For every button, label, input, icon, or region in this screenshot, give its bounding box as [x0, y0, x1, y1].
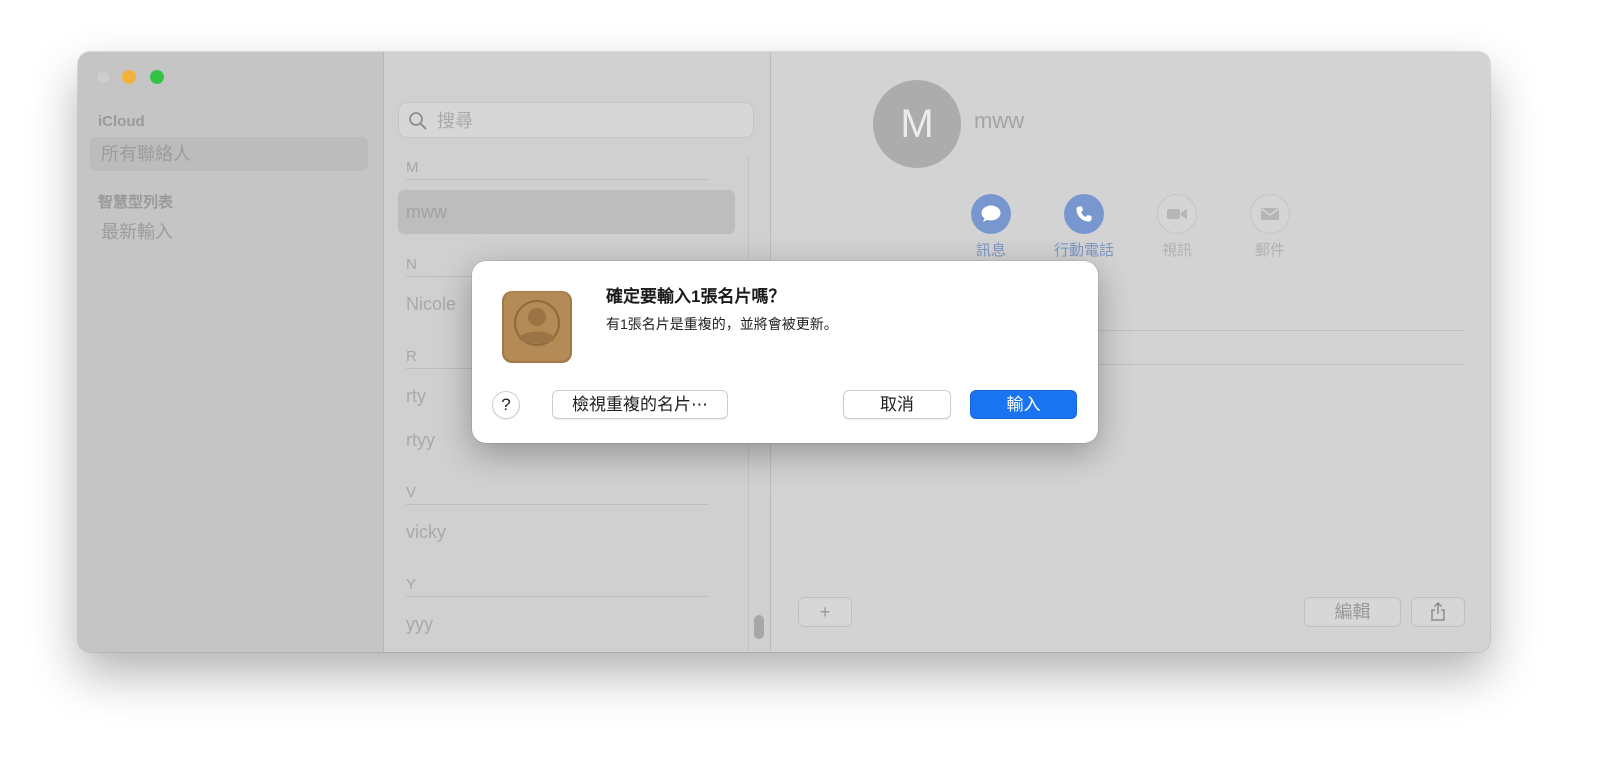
import-confirmation-dialog: 確定要輸入1張名片嗎？ 有1張名片是重複的，並將會被更新。 ? 檢視重複的名片⋯… [472, 261, 1098, 443]
view-duplicates-button[interactable]: 檢視重複的名片⋯ [552, 390, 728, 419]
field-divider [1096, 364, 1464, 365]
scrollbar-thumb[interactable] [754, 615, 764, 639]
share-icon [1431, 601, 1445, 621]
message-action-label: 訊息 [975, 242, 1006, 259]
video-action-label: 視訊 [1161, 242, 1192, 259]
close-window-button[interactable] [96, 70, 111, 85]
message-icon [981, 205, 1001, 222]
list-item[interactable]: yyy [406, 614, 433, 635]
list-item[interactable]: Nicole [406, 294, 456, 315]
import-button[interactable]: 輸入 [970, 390, 1077, 419]
list-item[interactable]: vicky [406, 522, 446, 543]
dialog-title: 確定要輸入1張名片嗎？ [606, 287, 786, 306]
video-icon [1167, 209, 1187, 219]
help-button[interactable]: ? [492, 391, 520, 419]
search-input[interactable] [435, 107, 739, 135]
message-action-button[interactable]: 訊息 [951, 194, 1031, 260]
dialog-message: 有1張名片是重複的，並將會被更新。 [606, 316, 838, 332]
phone-icon [1076, 206, 1092, 222]
mobile-action-button[interactable]: 行動電話 [1044, 194, 1124, 260]
edit-button[interactable]: 編輯 [1304, 597, 1401, 627]
sidebar-section-icloud: iCloud [98, 113, 145, 130]
search-field[interactable] [398, 102, 754, 138]
sidebar-item-last-import[interactable]: 最新輸入 [90, 215, 368, 249]
list-section-letter: Y [406, 576, 708, 597]
sidebar-item-all-contacts[interactable]: 所有聯絡人 [90, 137, 368, 171]
contact-item-selected[interactable]: mww [398, 190, 735, 234]
minimize-window-button[interactable] [122, 70, 136, 84]
list-section-letter: V [406, 484, 708, 505]
sidebar: iCloud 所有聯絡人 智慧型列表 最新輸入 [78, 52, 384, 652]
share-button[interactable] [1411, 597, 1465, 627]
video-action-button[interactable]: 視訊 [1137, 194, 1217, 260]
list-item[interactable]: rty [406, 386, 426, 407]
mobile-action-label: 行動電話 [1053, 242, 1114, 259]
contacts-app-icon [500, 289, 578, 370]
field-divider [1096, 330, 1464, 331]
list-section-letter: M [406, 159, 708, 180]
mail-icon [1261, 208, 1279, 220]
maximize-window-button[interactable] [150, 70, 164, 84]
cancel-button[interactable]: 取消 [843, 390, 951, 419]
list-item[interactable]: rtyy [406, 430, 435, 451]
mail-action-button[interactable]: 郵件 [1230, 194, 1310, 260]
mail-action-label: 郵件 [1254, 242, 1285, 259]
sidebar-section-smart-lists: 智慧型列表 [98, 194, 174, 211]
search-icon [409, 112, 427, 130]
add-button[interactable]: + [798, 597, 852, 627]
contact-name: mww [974, 108, 1025, 133]
avatar: M [873, 80, 961, 168]
